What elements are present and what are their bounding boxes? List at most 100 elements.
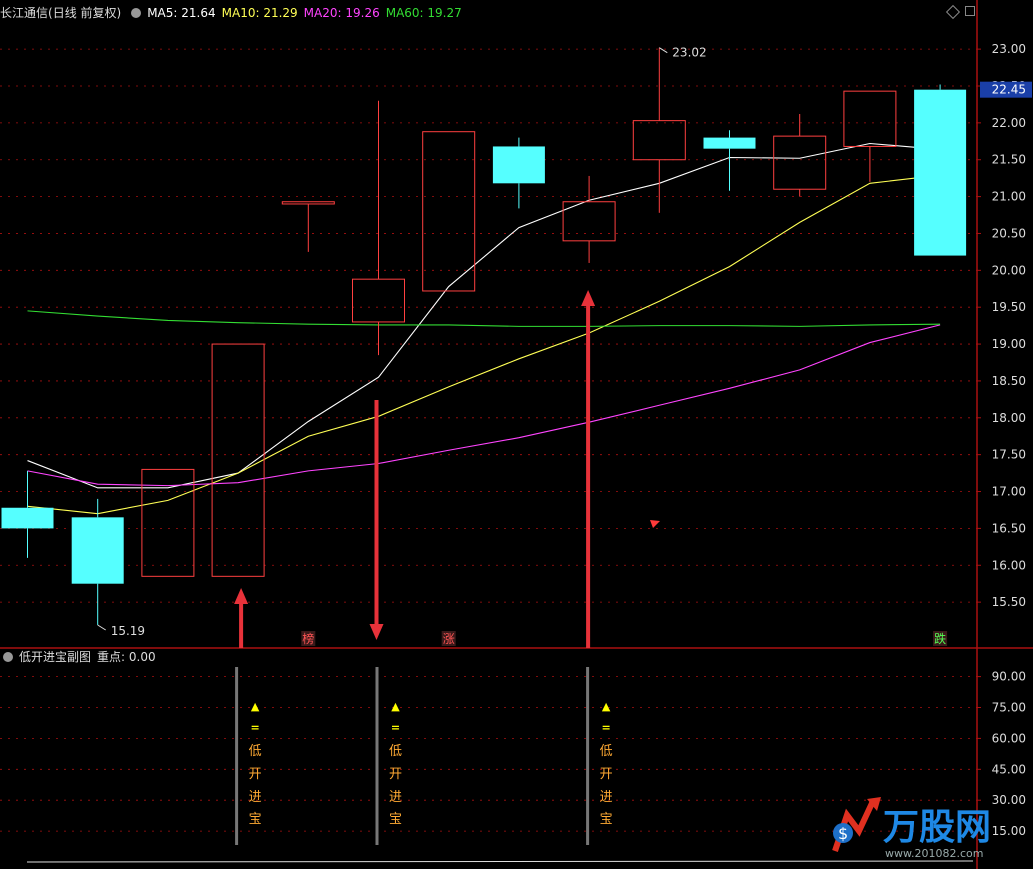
watermark-brand: 万股网 <box>883 807 991 848</box>
candle-body <box>632 120 686 161</box>
chevron-down-icon[interactable] <box>3 652 13 662</box>
down-arrow-icon <box>369 400 384 640</box>
signal-char: 低 <box>389 744 402 759</box>
price-axis: 15.50 16.00 16.50 17.00 17.50 18.00 18.50 19.00… <box>977 42 1032 609</box>
high-price-label: 23.02 <box>672 46 706 60</box>
ma-line-ma60 <box>27 310 941 327</box>
price-tick-label: 20.50 <box>992 226 1026 240</box>
price-tick-label: 15.50 <box>992 595 1026 609</box>
signal-bar <box>586 667 590 845</box>
signal-column: ▲ = 低开进宝 <box>586 667 613 845</box>
price-tick-label: 19.50 <box>992 300 1026 314</box>
signal-bar <box>375 667 379 845</box>
candle <box>281 201 335 252</box>
candle-body <box>1 507 54 529</box>
ma-line-ma10 <box>27 174 941 515</box>
candles <box>1 47 967 625</box>
signal-char: = <box>391 721 400 734</box>
signal-char: 开 <box>600 767 613 782</box>
candle-body <box>773 135 827 190</box>
signal-char: 开 <box>389 767 402 782</box>
tag-label: 涨 <box>443 631 455 646</box>
sub-chart-focus: 重点: 0.00 <box>97 650 156 664</box>
price-tick-label: 22.00 <box>992 116 1026 130</box>
signal-char: ▲ <box>602 700 611 713</box>
low-price-label: 15.19 <box>111 624 145 638</box>
marker-triangle-icon <box>650 520 660 528</box>
arrow-head <box>369 624 384 640</box>
stock-name: 长江通信 <box>0 6 49 20</box>
candle <box>703 130 756 191</box>
sub-tick-label: 75.00 <box>992 701 1026 715</box>
sub-tick-label: 90.00 <box>992 670 1026 684</box>
tag-label: 跌 <box>934 631 946 646</box>
price-tick-label: 20.00 <box>992 263 1026 277</box>
main-chart-header: 长江通信(日线 前复权) MA5: 21.64 MA10: 21.29 MA20: 1… <box>0 4 468 22</box>
signal-column: ▲ = 低开进宝 <box>235 667 262 845</box>
candle <box>422 131 476 292</box>
arrow-shaft <box>586 304 591 648</box>
candle <box>843 90 897 182</box>
period-label: (日线 前复权) <box>48 6 122 20</box>
price-tick-label: 18.50 <box>992 374 1026 388</box>
price-tick-label: 23.00 <box>992 42 1026 56</box>
candle-body <box>422 131 476 292</box>
sub-chart-header: 低开进宝副图 重点: 0.00 <box>0 648 162 666</box>
signal-char: 宝 <box>389 812 402 827</box>
kline-chart: 15.50 16.00 16.50 17.00 17.50 18.00 18.50 19.00… <box>0 0 1033 869</box>
candle <box>914 84 967 256</box>
price-tick-label: 17.50 <box>992 448 1026 462</box>
signal-char: 低 <box>249 744 262 759</box>
tag-label: 榜 <box>302 631 314 646</box>
candle <box>352 100 405 356</box>
ma-line-ma5 <box>27 142 941 489</box>
maximize-icon[interactable] <box>965 6 975 16</box>
candle-body <box>352 278 405 323</box>
candle-body <box>281 201 335 205</box>
signal-char: 低 <box>600 744 613 759</box>
signal-char: = <box>250 721 259 734</box>
candle <box>71 498 124 625</box>
signal-bar <box>235 667 239 845</box>
signal-char: 宝 <box>600 812 613 827</box>
svg-text:$: $ <box>838 824 848 843</box>
signal-char: = <box>601 721 610 734</box>
signal-char: 进 <box>249 790 262 805</box>
price-tick-label: 17.00 <box>992 485 1026 499</box>
ma-line-ma20 <box>27 324 941 487</box>
signal-char: ▲ <box>391 700 400 713</box>
ma60-label: MA60: 19.27 <box>385 6 462 20</box>
candle-body <box>843 90 897 147</box>
candle-body <box>914 89 967 256</box>
low-pointer <box>97 624 106 631</box>
signal-char: 宝 <box>249 812 262 827</box>
ma5-label: MA5: 21.64 <box>147 6 216 20</box>
arrow-head <box>581 290 596 306</box>
up-arrow-icon <box>234 588 249 648</box>
candle <box>773 114 827 197</box>
ma20-label: MA20: 19.26 <box>303 6 380 20</box>
candle-body <box>71 517 124 584</box>
price-tick-label: 18.00 <box>992 411 1026 425</box>
sub-tick-label: 45.00 <box>992 762 1026 776</box>
current-price-label: 22.45 <box>992 83 1026 97</box>
chevron-down-icon[interactable] <box>131 8 142 18</box>
arrow-shaft <box>239 602 244 648</box>
ma10-label: MA10: 21.29 <box>221 6 298 20</box>
brand-logo-icon: $ <box>832 797 881 852</box>
signal-char: 进 <box>600 790 613 805</box>
watermark: $ 万股网 www.201082.com <box>821 791 1021 861</box>
signal-char: ▲ <box>251 700 260 713</box>
signal-char: 进 <box>389 790 402 805</box>
arrow-shaft <box>374 400 379 626</box>
candle-body <box>703 137 756 149</box>
price-tick-label: 21.00 <box>992 190 1026 204</box>
sub-tick-label: 60.00 <box>992 731 1026 745</box>
candle <box>492 137 545 209</box>
price-tick-label: 16.00 <box>992 558 1026 572</box>
main-grid <box>0 0 1033 869</box>
signal-char: 开 <box>249 767 262 782</box>
high-pointer <box>659 47 668 54</box>
sub-chart-title: 低开进宝副图 <box>19 650 92 664</box>
watermark-site: www.201082.com <box>885 847 983 860</box>
